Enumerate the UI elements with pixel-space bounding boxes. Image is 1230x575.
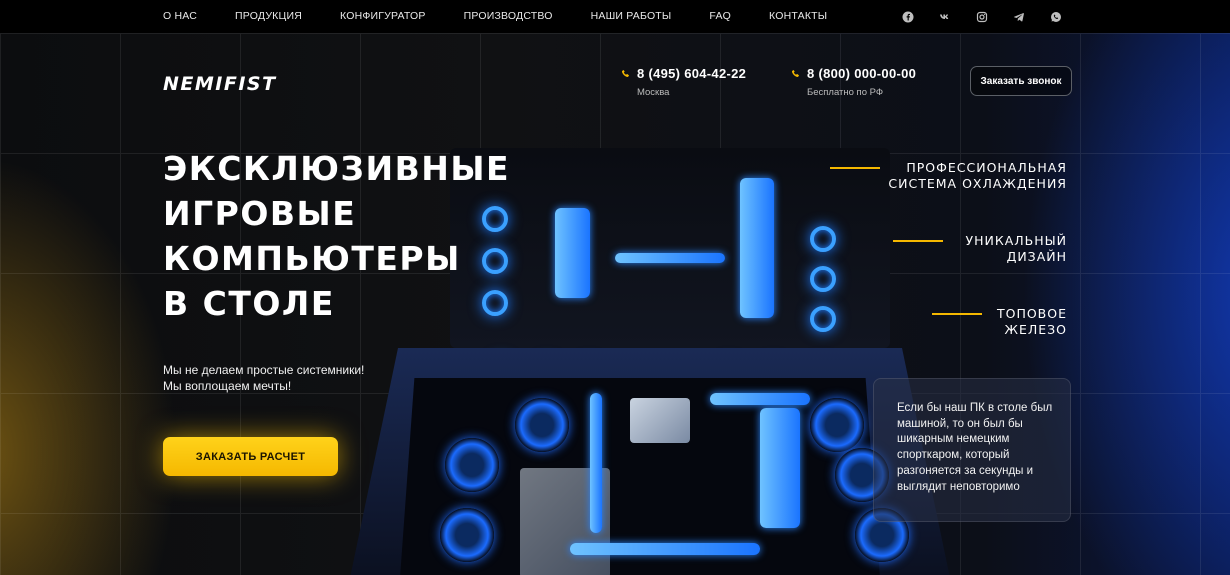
hero-title-line: КОМПЬЮТЕРЫ [163,239,461,278]
phone-icon [621,69,629,78]
top-navigation-bar: О НАС ПРОДУКЦИЯ КОНФИГУРАТОР ПРОИЗВОДСТВ… [0,0,1230,33]
coolant-pipe [570,543,760,555]
hero-lead-text: Мы не делаем простые системники! Мы вопл… [163,362,364,394]
reservoir-tube [555,208,590,298]
telegram-icon[interactable] [1012,10,1025,23]
nav-link-about[interactable]: О НАС [163,10,197,22]
lead-line: Мы воплощаем мечты! [163,379,292,393]
social-links [901,10,1062,23]
nav-link-our-works[interactable]: НАШИ РАБОТЫ [591,10,672,22]
cpu-block [630,398,690,443]
main-menu: О НАС ПРОДУКЦИЯ КОНФИГУРАТОР ПРОИЗВОДСТВ… [163,10,865,22]
site-logo[interactable]: NEMIFIST [163,73,277,95]
whatsapp-icon[interactable] [1049,10,1062,23]
fan-light [810,266,836,292]
desk-fan [440,508,494,562]
desk-fan [810,398,864,452]
fan-light [810,306,836,332]
phone-caption-free: Бесплатно по РФ [807,87,884,98]
feature-hardware: ТОПОВОЕ ЖЕЛЕЗО [931,306,1067,338]
phone-number-free[interactable]: 8 (800) 000-00-00 [807,66,916,81]
nav-link-production[interactable]: ПРОИЗВОДСТВО [464,10,553,22]
phone-contact-free: 8 (800) 000-00-00 Бесплатно по РФ [791,66,916,98]
feature-design: УНИКАЛЬНЫЙ ДИЗАЙН [893,233,1067,265]
vk-icon[interactable] [938,10,951,23]
feature-text-line: ДИЗАЙН [1006,249,1067,264]
feature-cooling: ПРОФЕССИОНАЛЬНАЯ СИСТЕМА ОХЛАЖДЕНИЯ [830,160,1067,192]
desk-fan [445,438,499,492]
hero-title: ЭКСКЛЮЗИВНЫЕ ИГРОВЫЕ КОМПЬЮТЕРЫ В СТОЛЕ [163,146,510,326]
feature-text-line: СИСТЕМА ОХЛАЖДЕНИЯ [888,176,1067,191]
phone-icon [791,69,799,78]
reservoir-tube [740,178,774,318]
instagram-icon[interactable] [975,10,988,23]
facebook-icon[interactable] [901,10,914,23]
phone-caption-moscow: Москва [637,87,670,98]
hero-title-line: ЭКСКЛЮЗИВНЫЕ [163,149,511,188]
feature-accent-line [893,240,944,242]
desk-fan [515,398,569,452]
coolant-reservoir [760,408,800,528]
coolant-pipe [615,253,725,263]
quote-card: Если бы наш ПК в столе был машиной, то о… [873,378,1071,522]
feature-text-line: ПРОФЕССИОНАЛЬНАЯ [906,160,1067,175]
phone-number-moscow[interactable]: 8 (495) 604-42-22 [637,66,746,81]
nav-link-contacts[interactable]: КОНТАКТЫ [769,10,827,22]
request-call-button[interactable]: Заказать звонок [970,66,1072,96]
coolant-pipe [710,393,810,405]
nav-link-products[interactable]: ПРОДУКЦИЯ [235,10,302,22]
feature-accent-line [830,167,881,169]
hero-title-line: ИГРОВЫЕ [163,194,357,233]
feature-text-line: ЖЕЛЕЗО [1004,322,1067,337]
lead-line: Мы не делаем простые системники! [163,363,365,377]
phone-contact-moscow: 8 (495) 604-42-22 Москва [621,66,746,98]
nav-link-configurator[interactable]: КОНФИГУРАТОР [340,10,426,22]
coolant-pipe [590,393,602,533]
nav-link-faq[interactable]: FAQ [709,10,731,22]
feature-accent-line [931,313,982,315]
order-estimate-button[interactable]: ЗАКАЗАТЬ РАСЧЕТ [163,437,338,476]
hero-title-line: В СТОЛЕ [163,284,335,323]
fan-light [810,226,836,252]
feature-text-line: УНИКАЛЬНЫЙ [965,233,1067,248]
feature-text-line: ТОПОВОЕ [996,306,1067,321]
